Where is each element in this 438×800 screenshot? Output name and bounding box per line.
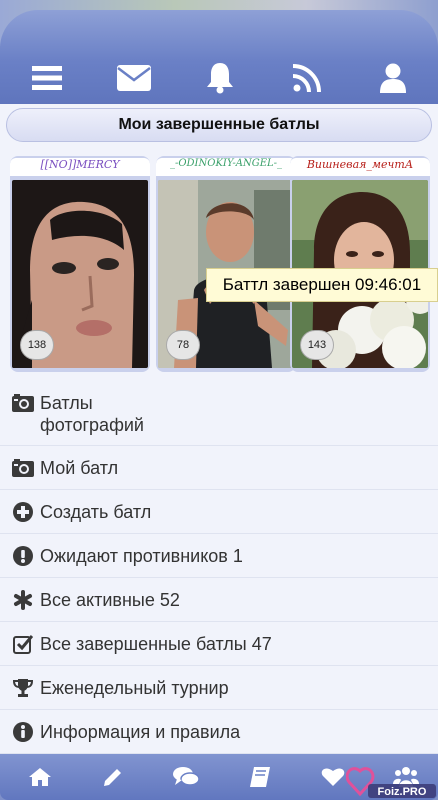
participant-name: _-ODINOKIY-ANGEL-_ [156, 158, 296, 176]
menu-item-info-rules[interactable]: Информация и правила [0, 710, 438, 754]
score-badge: 138 [20, 330, 54, 360]
participant-card[interactable]: [[NO]]MERCY 138 [10, 156, 150, 372]
check-square-icon [12, 633, 34, 655]
menu-item-label: Все завершенные батлы 47 [40, 634, 272, 654]
battle-status-tooltip: Баттл завершен 09:46:01 [206, 268, 438, 302]
participant-card[interactable]: Вишневая_мечтА 143 [290, 156, 430, 372]
menu-item-create-battle[interactable]: Создать батл [0, 490, 438, 534]
home-icon[interactable] [26, 763, 54, 791]
plus-circle-icon [12, 501, 34, 523]
envelope-icon[interactable] [116, 61, 151, 95]
menu-item-my-battle[interactable]: Мой батл [0, 446, 438, 490]
svg-text:Foiz.PRO: Foiz.PRO [378, 786, 427, 798]
pencil-icon[interactable] [99, 763, 127, 791]
menu-item-all-active[interactable]: Все активные 52 [0, 578, 438, 622]
rss-icon[interactable] [290, 61, 324, 95]
battle-menu: Батлы фотографий Мой батл Создать батл О… [0, 380, 438, 754]
menu-item-all-finished[interactable]: Все завершенные батлы 47 [0, 622, 438, 666]
heart-icon[interactable] [319, 763, 347, 791]
score-badge: 78 [166, 330, 200, 360]
menu-item-label: Ожидают противников 1 [40, 546, 243, 566]
participant-name: Вишневая_мечтА [290, 158, 430, 176]
menu-icon[interactable] [30, 61, 64, 95]
menu-item-awaiting-opponents[interactable]: Ожидают противников 1 [0, 534, 438, 578]
user-icon[interactable] [376, 61, 410, 95]
asterisk-icon [12, 589, 34, 611]
menu-item-weekly-tournament[interactable]: Еженедельный турнир [0, 666, 438, 710]
bell-icon[interactable] [203, 61, 237, 95]
page-title: Мои завершенные батлы [6, 108, 432, 142]
watermark-logo: Foiz.PRO [345, 760, 438, 800]
book-icon[interactable] [246, 763, 274, 791]
camera-icon [12, 457, 34, 479]
menu-item-label: Еженедельный турнир [40, 678, 229, 698]
battle-cards[interactable]: [[NO]]MERCY 138 _-ODINOKIY-ANGEL-_ 78 Ви… [10, 156, 430, 372]
menu-item-label: Создать батл [40, 502, 152, 522]
menu-item-label: Батлы фотографий [40, 393, 144, 435]
menu-item-label: Мой батл [40, 458, 119, 478]
exclamation-circle-icon [12, 545, 34, 567]
info-circle-icon [12, 721, 34, 743]
menu-item-photo-battles[interactable]: Батлы фотографий [0, 380, 438, 446]
participant-photo[interactable]: 138 [12, 180, 148, 368]
score-badge: 143 [300, 330, 334, 360]
participant-card[interactable]: _-ODINOKIY-ANGEL-_ 78 [156, 156, 296, 372]
comments-icon[interactable] [172, 763, 200, 791]
menu-item-label: Информация и правила [40, 722, 241, 742]
menu-item-label: Все активные 52 [40, 590, 180, 610]
top-navigation-bar [0, 10, 438, 104]
trophy-icon [12, 677, 34, 699]
participant-name: [[NO]]MERCY [10, 158, 150, 176]
